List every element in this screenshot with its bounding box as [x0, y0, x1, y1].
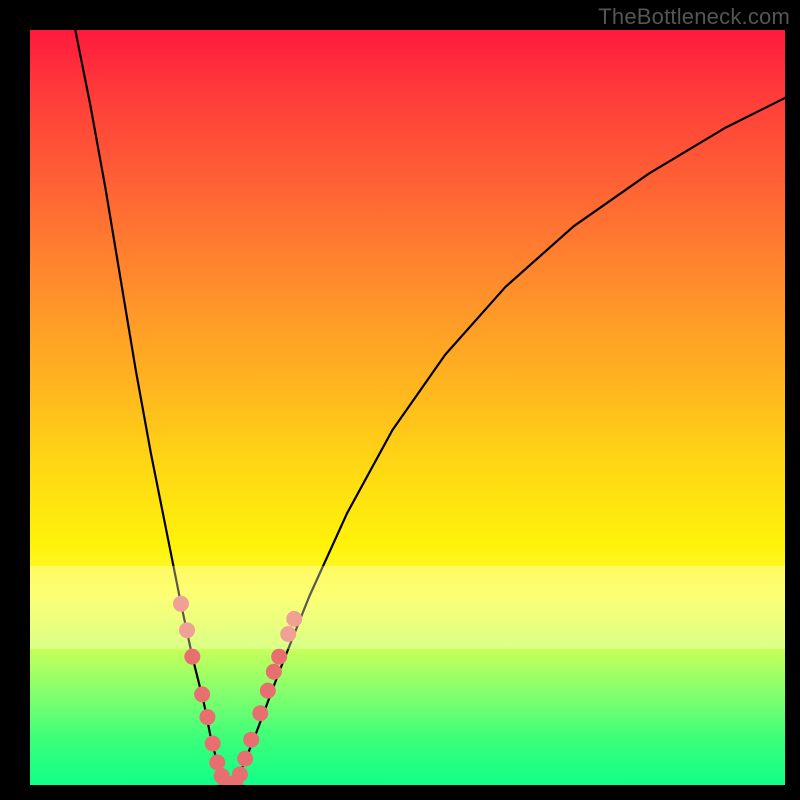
marker-dot	[209, 754, 225, 770]
marker-dot	[179, 622, 195, 638]
marker-dot	[199, 709, 215, 725]
marker-dot	[173, 596, 189, 612]
marker-dot	[232, 766, 248, 782]
marker-dot	[205, 735, 221, 751]
plot-area	[30, 30, 785, 785]
curve-left-branch	[75, 30, 226, 785]
marker-dot	[218, 775, 234, 785]
watermark-text: TheBottleneck.com	[598, 4, 790, 30]
chart-svg	[30, 30, 785, 785]
marker-dot	[286, 611, 302, 627]
marker-dot	[237, 751, 253, 767]
marker-dot	[184, 649, 200, 665]
marker-dot	[271, 649, 287, 665]
curve-right-branch	[234, 98, 785, 785]
marker-dot	[266, 664, 282, 680]
marker-dot	[227, 775, 243, 785]
marker-dot	[194, 686, 210, 702]
marker-dot	[243, 732, 259, 748]
marker-dot	[223, 777, 239, 785]
marker-dot	[252, 705, 268, 721]
marker-dot	[260, 683, 276, 699]
marker-dot	[214, 768, 230, 784]
marker-dot	[280, 626, 296, 642]
chart-frame: TheBottleneck.com	[0, 0, 800, 800]
